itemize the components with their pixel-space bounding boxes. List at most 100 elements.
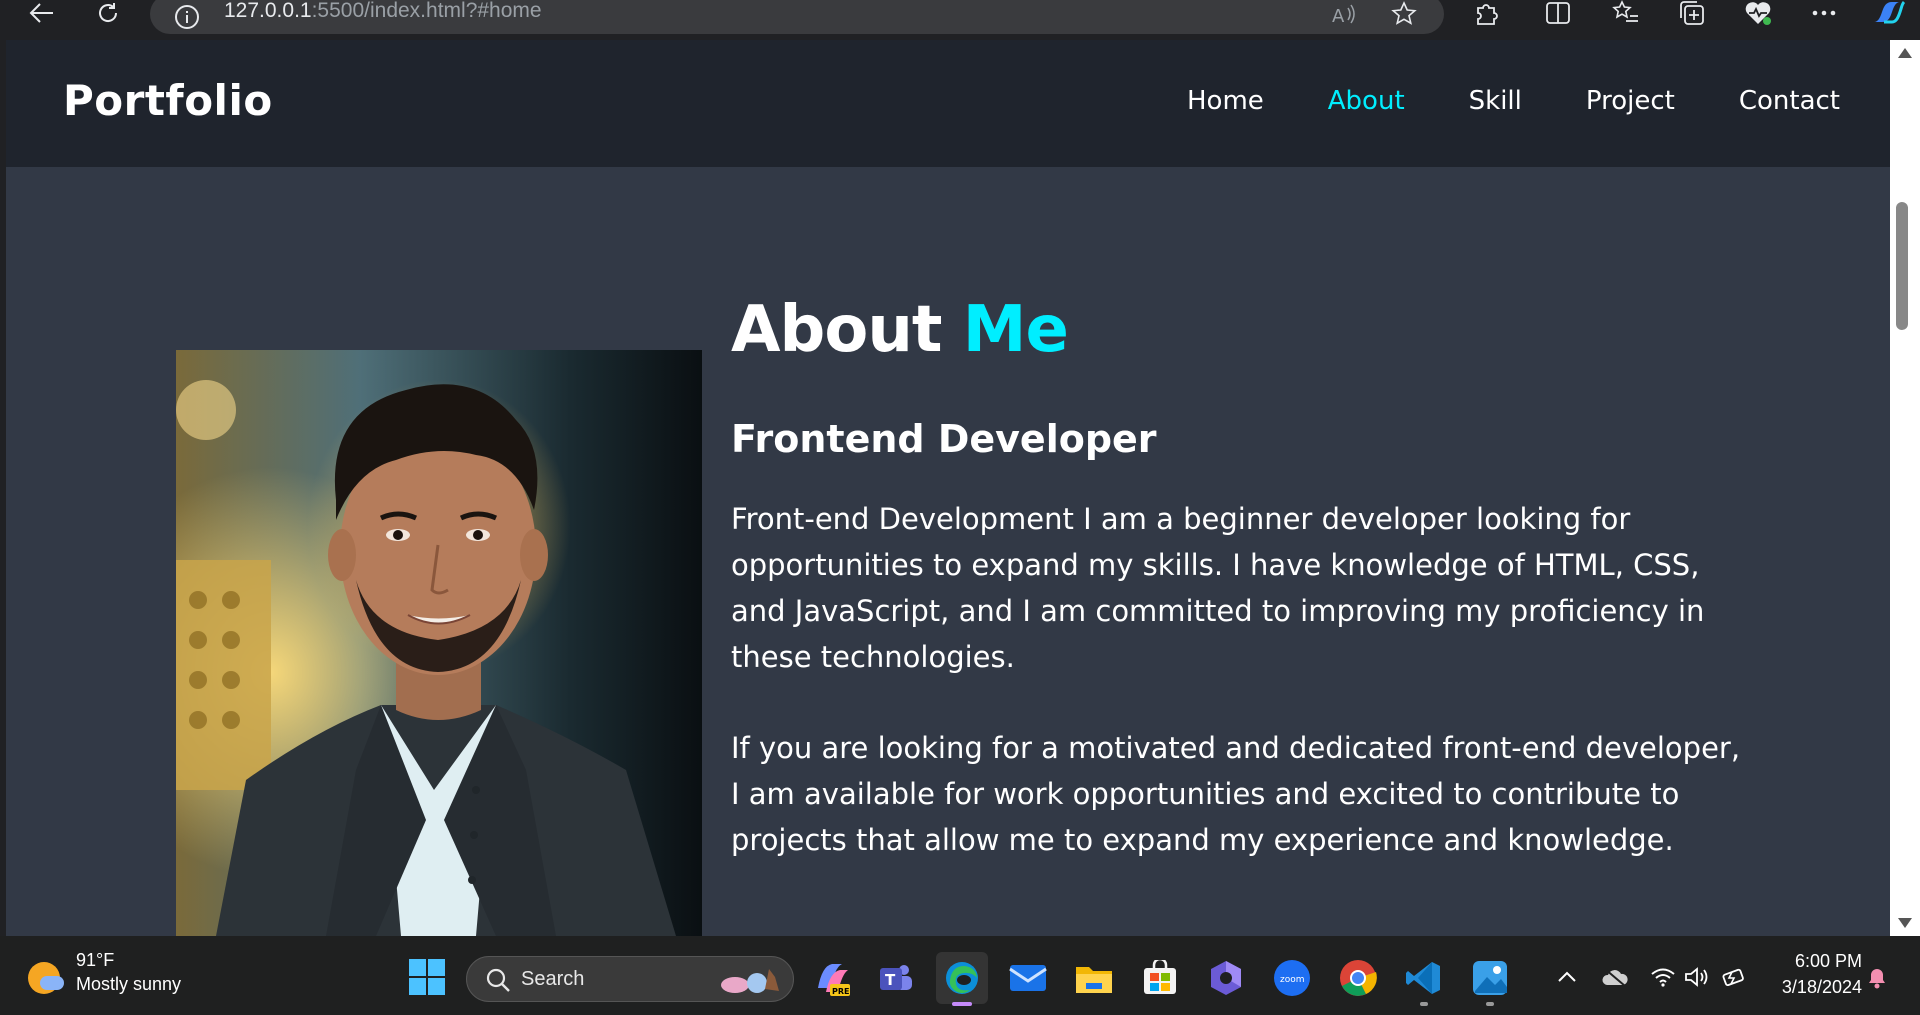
copilot-icon [1874, 0, 1906, 24]
taskbar-zoom-app[interactable]: zoom [1266, 952, 1318, 1004]
volume-button[interactable] [1682, 962, 1712, 992]
nav-project-link[interactable]: Project [1586, 86, 1675, 116]
nav-contact-link[interactable]: Contact [1739, 86, 1840, 116]
url-host: 127.0.0.1 [224, 0, 312, 22]
nav-skill-link[interactable]: Skill [1469, 86, 1522, 116]
teams-icon: T [880, 965, 912, 990]
site-nav: Home About Skill Project Contact [1123, 86, 1840, 116]
edge-icon [946, 962, 978, 994]
wifi-icon [1651, 968, 1675, 987]
battery-button[interactable] [1718, 962, 1748, 992]
about-paragraph-1: Front-end Development I am a beginner de… [731, 502, 1705, 674]
nav-about-link[interactable]: About [1328, 86, 1405, 116]
wifi-button[interactable] [1648, 962, 1678, 992]
ellipsis-icon [1812, 10, 1836, 16]
about-section: About Me Frontend Developer Front-end De… [731, 298, 1741, 863]
zoom-icon: zoom [1274, 960, 1310, 996]
windows-start-icon[interactable] [408, 958, 446, 996]
address-bar[interactable]: 127.0.0.1:5500/index.html?#home A [150, 0, 1444, 34]
split-screen-button[interactable] [1542, 0, 1574, 26]
search-highlight-icon [721, 969, 779, 993]
about-heading-main: About [731, 293, 963, 367]
puzzle-icon [1477, 4, 1498, 25]
store-icon [1144, 960, 1176, 994]
vscode-icon [1406, 962, 1440, 994]
folder-icon [1076, 967, 1112, 993]
scroll-up-arrow[interactable] [1898, 48, 1912, 58]
taskbar-vscode-app[interactable] [1398, 952, 1450, 1006]
about-paragraph-2: If you are looking for a motivated and d… [731, 731, 1741, 857]
search-label: Search [521, 968, 585, 990]
photos-icon [1473, 961, 1507, 995]
onedrive-button[interactable] [1600, 962, 1630, 992]
more-options-button[interactable] [1808, 0, 1840, 26]
reload-icon [99, 3, 118, 22]
heart-pulse-icon [1745, 2, 1771, 25]
site-info-icon[interactable] [174, 4, 200, 30]
cloud-offline-icon [1602, 968, 1628, 987]
page-scrollbar[interactable] [1890, 40, 1920, 936]
svg-text:zoom: zoom [1280, 975, 1305, 985]
weather-widget[interactable]: 91°F Mostly sunny [28, 950, 228, 1000]
clock-date: 3/18/2024 [1781, 977, 1862, 997]
weather-temperature: 91°F [76, 950, 115, 970]
taskbar-copilot-app[interactable]: PRE [806, 952, 858, 1004]
page-viewport: Portfolio Home About Skill Project Conta… [6, 40, 1890, 936]
browser-essentials-button[interactable] [1742, 0, 1774, 26]
profile-photo [176, 350, 702, 936]
svg-text:PRE: PRE [832, 987, 850, 996]
clock-time: 6:00 PM [1794, 951, 1862, 971]
taskbar-mail-app[interactable] [1002, 952, 1054, 1004]
taskbar-teams-app[interactable]: T [870, 952, 922, 1004]
show-hidden-icons-button[interactable] [1552, 962, 1582, 992]
about-heading-accent: Me [962, 293, 1069, 367]
site-logo[interactable]: Portfolio [63, 76, 273, 125]
taskbar-hexagon-app[interactable] [1200, 952, 1252, 1004]
browser-toolbar: 127.0.0.1:5500/index.html?#home A [0, 0, 1920, 40]
split-screen-icon [1546, 2, 1570, 24]
taskbar-photos-app[interactable] [1464, 952, 1516, 1006]
collections-button[interactable] [1676, 0, 1708, 26]
svg-text:A: A [1332, 6, 1345, 27]
nav-home-link[interactable]: Home [1187, 86, 1264, 116]
url-path: :5500/index.html?#home [311, 0, 542, 22]
chevron-up-icon [1558, 971, 1576, 982]
read-aloud-icon[interactable]: A [1330, 0, 1358, 28]
site-header: Portfolio Home About Skill Project Conta… [6, 40, 1890, 167]
mail-icon [1009, 965, 1047, 991]
url-text[interactable]: 127.0.0.1:5500/index.html?#home [224, 0, 542, 23]
active-app-indicator [952, 1002, 972, 1006]
scroll-down-arrow[interactable] [1898, 918, 1912, 928]
svg-text:T: T [885, 971, 896, 989]
speaker-icon [1685, 967, 1708, 987]
copilot-button[interactable] [1868, 0, 1908, 26]
bell-icon [1869, 969, 1885, 989]
about-heading: About Me [731, 298, 1741, 362]
favorites-button[interactable] [1610, 0, 1642, 26]
about-subtitle: Frontend Developer [731, 417, 1157, 461]
favorite-star-icon[interactable] [1390, 0, 1418, 28]
taskbar-edge-app[interactable] [936, 952, 988, 1006]
taskbar-file-explorer-app[interactable] [1068, 952, 1120, 1004]
windows-taskbar: 91°F Mostly sunny Search PRE T zoom 6:00… [0, 936, 1920, 1015]
taskbar-chrome-app[interactable] [1332, 952, 1384, 1004]
favorites-list-icon [1612, 0, 1638, 22]
notifications-button[interactable] [1862, 962, 1892, 992]
weather-condition: Mostly sunny [76, 974, 182, 994]
back-arrow-icon [29, 3, 53, 23]
extensions-button[interactable] [1470, 0, 1502, 26]
battery-charging-icon [1722, 968, 1744, 987]
hexagon-app-icon [1211, 961, 1241, 995]
taskbar-search-box[interactable]: Search [466, 956, 794, 1002]
reload-button[interactable] [90, 0, 126, 26]
running-app-indicator [1486, 1002, 1494, 1006]
taskbar-store-app[interactable] [1134, 952, 1186, 1004]
search-icon [486, 968, 510, 992]
scroll-thumb[interactable] [1896, 202, 1908, 330]
collections-icon [1680, 1, 1704, 25]
taskbar-clock[interactable]: 6:00 PM 3/18/2024 [1768, 948, 1862, 1000]
back-button[interactable] [24, 0, 60, 26]
running-app-indicator [1420, 1002, 1428, 1006]
chrome-icon [1340, 960, 1377, 996]
copilot-pre-icon: PRE [818, 964, 850, 996]
